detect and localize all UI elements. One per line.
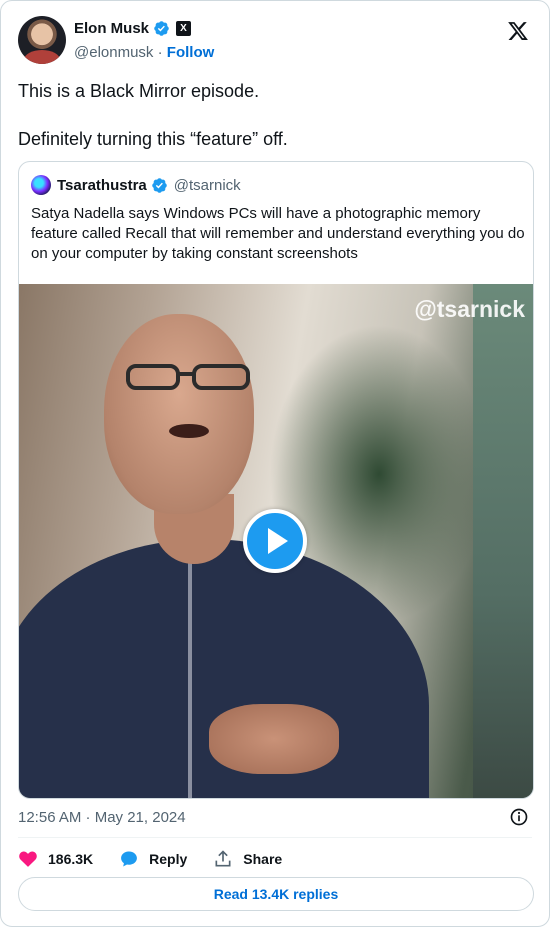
video-person-head [104,314,254,514]
tweet-header: Elon Musk X @elonmusk · Follow [18,16,535,64]
video-player[interactable]: @tsarnick [19,284,533,798]
author-handle[interactable]: @elonmusk [74,44,153,61]
x-affiliate-badge-icon: X [176,21,192,36]
author-name-row: Elon Musk X [74,20,192,37]
share-label: Share [243,851,283,867]
play-button[interactable] [243,509,307,573]
info-icon[interactable] [509,807,529,827]
read-replies-button[interactable]: Read 13.4K replies [18,877,534,911]
like-button[interactable]: 186.3K [18,849,93,869]
quoted-tweet-text: Satya Nadella says Windows PCs will have… [31,205,525,262]
tweet-text-line-1: This is a Black Mirror episode. [18,81,260,101]
x-logo-icon[interactable] [507,20,529,42]
quoted-author-name[interactable]: Tsarathustra [57,177,147,194]
video-background-window [473,284,533,798]
verified-badge-icon [152,177,167,193]
video-person-glasses [126,364,250,390]
heart-icon [19,851,37,867]
quoted-author-handle[interactable]: @tsarnick [174,177,241,194]
tweet-timestamp[interactable]: 12:56 AM · May 21, 2024 [18,809,186,826]
video-person-hand [209,704,339,774]
tweet-actions: 186.3K Reply Share [18,849,308,869]
quoted-author-avatar[interactable] [31,175,51,195]
reply-icon [121,851,138,867]
tweet-text-line-2: Definitely turning this “feature” off. [18,129,288,149]
video-person-zipper [188,554,192,798]
like-count: 186.3K [48,851,94,867]
author-handle-row: @elonmusk · Follow [74,44,214,61]
share-button[interactable]: Share [213,849,282,869]
reply-button[interactable]: Reply [119,849,187,869]
quoted-tweet[interactable]: Tsarathustra @tsarnick Satya Nadella say… [18,161,534,799]
share-icon [215,850,231,867]
author-avatar[interactable] [18,16,66,64]
follow-button[interactable]: Follow [167,44,215,61]
divider [18,837,532,838]
verified-badge-icon [154,21,169,36]
author-name[interactable]: Elon Musk [74,20,149,37]
video-person-mouth [169,424,209,438]
tweet-text: This is a Black Mirror episode. Definite… [18,79,528,151]
reply-label: Reply [149,851,188,867]
video-watermark: @tsarnick [414,296,525,322]
play-icon [268,528,288,554]
tweet-card: Elon Musk X @elonmusk · Follow This is a… [0,0,550,927]
quoted-tweet-header: Tsarathustra @tsarnick [31,175,241,195]
separator-dot: · [157,44,163,61]
